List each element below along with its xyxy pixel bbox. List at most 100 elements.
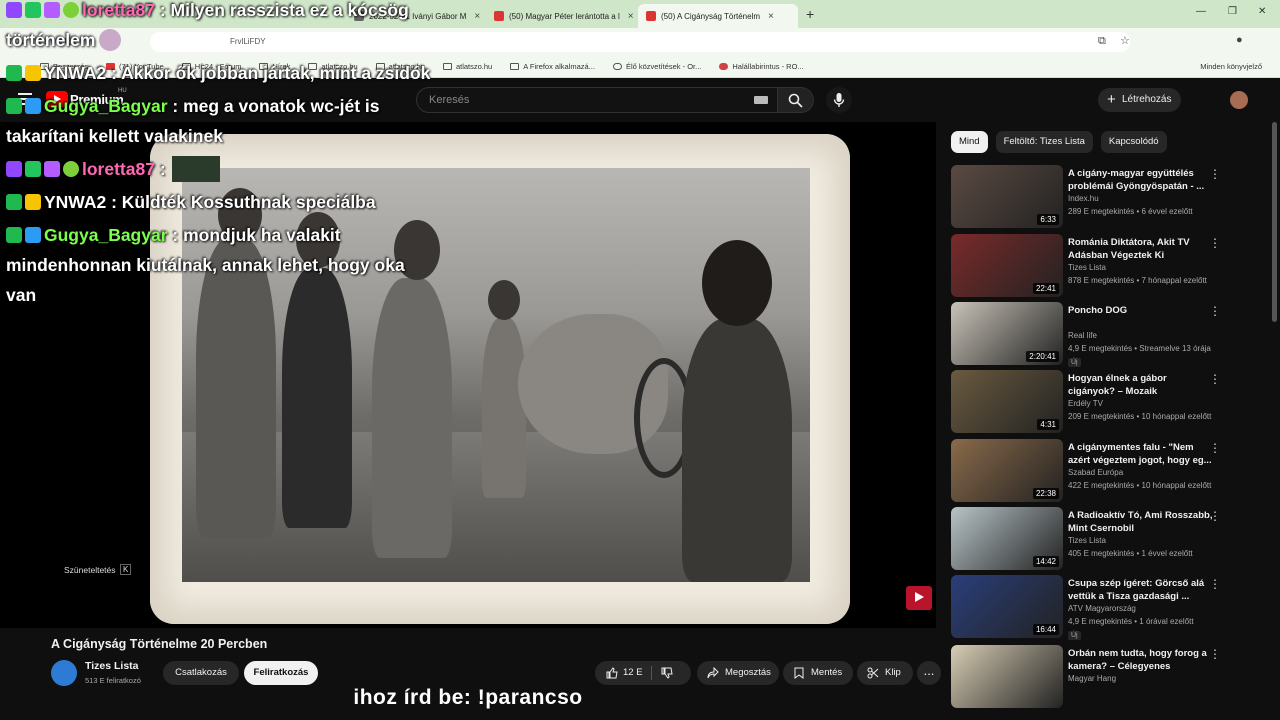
video-thumbnail[interactable]: 22:41 xyxy=(951,234,1063,297)
more-options-icon[interactable]: ⋮ xyxy=(1209,647,1221,661)
recommended-video[interactable]: 16:44 Csupa szép ígéret: Görcső alá vettü… xyxy=(951,575,1263,640)
more-actions-button[interactable]: ... xyxy=(917,661,941,685)
bookmark-item[interactable]: A Firefox alkalmazá... xyxy=(510,62,595,71)
video-thumbnail[interactable]: 22:38 xyxy=(951,439,1063,502)
recommended-title[interactable]: Hogyan élnek a gábor cigányok? – Mozaik xyxy=(1068,372,1216,398)
video-thumbnail[interactable]: 4:31 xyxy=(951,370,1063,433)
recommended-video[interactable]: 14:42 A Radioaktív Tó, Ami Rosszabb, Mint… xyxy=(951,507,1263,570)
share-button[interactable]: Megosztás xyxy=(697,661,779,685)
youtube-favicon-icon xyxy=(494,11,504,21)
more-options-icon[interactable]: ⋮ xyxy=(1209,304,1221,318)
k-badge-icon xyxy=(6,227,22,243)
search-input[interactable]: Keresés xyxy=(416,87,778,113)
new-tab-icon[interactable]: + xyxy=(806,6,814,22)
more-options-icon[interactable]: ⋮ xyxy=(1209,577,1221,591)
recommended-title[interactable]: A cigány-magyar együttélés problémái Gyö… xyxy=(1068,167,1216,193)
bookmark-star-icon[interactable]: ☆ xyxy=(1120,34,1130,47)
browser-tab[interactable]: (50) Magyar Péter lerántotta a l × xyxy=(486,4,638,28)
video-thumbnail[interactable]: 16:44 xyxy=(951,575,1063,638)
recommended-title[interactable]: Poncho DOG xyxy=(1068,304,1216,317)
video-duration: 14:42 xyxy=(1032,556,1059,567)
recommended-video[interactable]: 22:41 Románia Diktátora, Akit TV Adásban … xyxy=(951,234,1263,297)
chip-related[interactable]: Kapcsolódó xyxy=(1100,131,1167,153)
keyboard-icon[interactable] xyxy=(754,96,768,104)
more-options-icon[interactable]: ⋮ xyxy=(1209,167,1221,181)
bookmark-item[interactable]: atlatszo.hu xyxy=(442,62,492,71)
more-options-icon[interactable]: ⋮ xyxy=(1209,236,1221,250)
join-button[interactable]: Csatlakozás xyxy=(163,661,239,685)
minimize-icon[interactable]: — xyxy=(1196,6,1206,17)
recommended-channel[interactable]: Tizes Lista xyxy=(1068,263,1106,272)
video-duration: 16:44 xyxy=(1032,624,1059,635)
video-thumbnail[interactable] xyxy=(951,645,1063,708)
bookmark-icon xyxy=(794,667,804,679)
chip-all[interactable]: Mind xyxy=(951,131,988,153)
pause-tooltip: Szüneteltetés xyxy=(64,565,116,575)
clip-button[interactable]: Klip xyxy=(857,661,913,685)
close-icon[interactable]: × xyxy=(768,11,774,22)
recommended-meta: 878 E megtekintés • 7 hónappal ezelőtt xyxy=(1068,276,1207,285)
recommended-title[interactable]: A cigánymentes falu - "Nem azért végezte… xyxy=(1068,441,1216,467)
pause-shortcut-key: K xyxy=(120,564,132,575)
video-thumbnail[interactable]: 6:33 xyxy=(951,165,1063,228)
thumbs-down-icon[interactable] xyxy=(661,667,673,679)
recommended-video[interactable]: 2:20:41 Poncho DOG Real life 4,9 E megtekin… xyxy=(951,302,1263,367)
more-options-icon[interactable]: ⋮ xyxy=(1209,372,1221,386)
k-badge-icon xyxy=(6,194,22,210)
recommended-title[interactable]: A Radioaktív Tó, Ami Rosszabb, Mint Cser… xyxy=(1068,509,1216,535)
channel-avatar[interactable] xyxy=(51,660,77,686)
recommended-channel[interactable]: Erdély TV xyxy=(1068,399,1103,408)
recommended-channel[interactable]: Szabad Európa xyxy=(1068,468,1123,477)
voice-search-button[interactable] xyxy=(826,87,852,113)
create-button[interactable]: Létrehozás xyxy=(1098,88,1182,112)
recommended-meta: 4,9 E megtekintés • 1 órával ezelőtt xyxy=(1068,617,1194,626)
maximize-icon[interactable]: ❐ xyxy=(1228,6,1237,17)
chat-message: Gugya_Bagyar : meg a vonatok wc-jét is t… xyxy=(6,91,436,151)
recommended-video[interactable]: 6:33 A cigány-magyar együttélés problémái… xyxy=(951,165,1263,228)
recommended-meta: 422 E megtekintés • 10 hónappal ezelőtt xyxy=(1068,481,1212,490)
recommended-title[interactable]: Csupa szép ígéret: Görcső alá vettük a T… xyxy=(1068,577,1216,603)
recommended-video[interactable]: 4:31 Hogyan élnek a gábor cigányok? – Moz… xyxy=(951,370,1263,433)
cast-icon[interactable]: ⧉ xyxy=(1098,35,1106,48)
recommended-channel[interactable]: ATV Magyarország xyxy=(1068,604,1136,613)
video-thumbnail[interactable]: 14:42 xyxy=(951,507,1063,570)
recommended-channel[interactable]: Tizes Lista xyxy=(1068,536,1106,545)
subscriber-count: 513 E feliratkozó xyxy=(85,676,141,685)
save-button[interactable]: Mentés xyxy=(783,661,853,685)
chip-uploader[interactable]: Feltöltő: Tizes Lista xyxy=(995,131,1093,153)
like-button[interactable]: 12 E xyxy=(603,661,643,685)
video-thumbnail[interactable]: 2:20:41 xyxy=(951,302,1063,365)
page-scrollbar[interactable] xyxy=(1272,122,1277,322)
search-button[interactable] xyxy=(778,87,814,113)
new-badge: Új xyxy=(1068,358,1081,367)
close-icon[interactable]: × xyxy=(474,11,480,22)
close-icon[interactable]: × xyxy=(628,11,634,22)
arrow-badge-icon xyxy=(25,98,41,114)
recommended-video[interactable]: Orbán nem tudta, hogy forog a kamera? – … xyxy=(951,645,1263,708)
recommended-title[interactable]: Románia Diktátora, Akit TV Adásban Végez… xyxy=(1068,236,1216,262)
channel-watermark-icon[interactable] xyxy=(906,586,932,610)
arrow-badge-icon xyxy=(25,227,41,243)
video-title: A Cigányság Történelme 20 Percben xyxy=(51,637,268,651)
tab-label: (50) Magyar Péter lerántotta a l xyxy=(509,11,620,21)
more-options-icon[interactable]: ⋮ xyxy=(1209,509,1221,523)
window-close-icon[interactable]: ✕ xyxy=(1258,6,1266,17)
filter-chips: Mind Feltöltő: Tizes Lista Kapcsolódó xyxy=(951,131,1175,153)
all-bookmarks[interactable]: Minden könyvjelző xyxy=(1200,62,1262,71)
subscribe-button[interactable]: Feliratkozás xyxy=(244,661,318,685)
recommended-channel[interactable]: Real life xyxy=(1068,331,1097,340)
browser-tab-active[interactable]: (50) A Cigányság Történelm × xyxy=(638,4,798,28)
recommended-channel[interactable]: Magyar Hang xyxy=(1068,674,1116,683)
recommended-video[interactable]: 22:38 A cigánymentes falu - "Nem azért vé… xyxy=(951,439,1263,502)
bookmark-item[interactable]: Élő közvetítések - Or... xyxy=(612,62,701,71)
recommended-channel[interactable]: Index.hu xyxy=(1068,194,1099,203)
channel-name[interactable]: Tizes Lista xyxy=(85,660,139,672)
bookmark-item[interactable]: Halállabirintus - RO... xyxy=(719,62,804,71)
youtube-favicon-icon xyxy=(646,11,656,21)
profile-avatar-icon[interactable]: ● xyxy=(1236,34,1243,46)
chat-message: YNWA2 : Akkor ők jobban jártak, mint a z… xyxy=(6,58,436,88)
account-avatar[interactable] xyxy=(1230,91,1248,109)
recommended-title[interactable]: Orbán nem tudta, hogy forog a kamera? – … xyxy=(1068,647,1216,673)
more-options-icon[interactable]: ⋮ xyxy=(1209,441,1221,455)
recommended-meta: 209 E megtekintés • 10 hónappal ezelőtt xyxy=(1068,412,1212,421)
